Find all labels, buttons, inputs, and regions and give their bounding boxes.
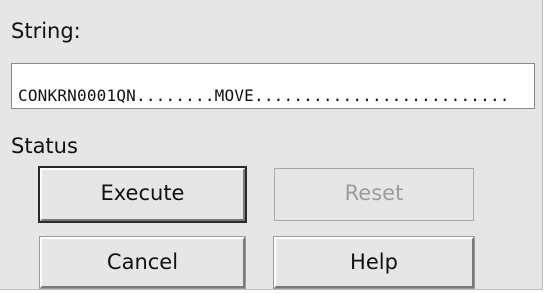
string-value: CONKRN0001QN........MOVE................… bbox=[18, 86, 510, 105]
cancel-button-label: Cancel bbox=[106, 250, 179, 274]
help-button-label: Help bbox=[350, 250, 398, 274]
status-label: Status bbox=[11, 134, 78, 158]
reset-button-label: Reset bbox=[344, 181, 404, 205]
execute-button-label: Execute bbox=[100, 181, 185, 205]
reset-button: Reset bbox=[274, 168, 474, 221]
execute-button[interactable]: Execute bbox=[38, 166, 247, 223]
dialog-panel: String: CONKRN0001QN........MOVE........… bbox=[0, 0, 543, 290]
string-field[interactable]: CONKRN0001QN........MOVE................… bbox=[11, 63, 535, 109]
string-label: String: bbox=[11, 19, 81, 43]
help-button[interactable]: Help bbox=[273, 236, 475, 289]
cancel-button[interactable]: Cancel bbox=[39, 236, 246, 289]
